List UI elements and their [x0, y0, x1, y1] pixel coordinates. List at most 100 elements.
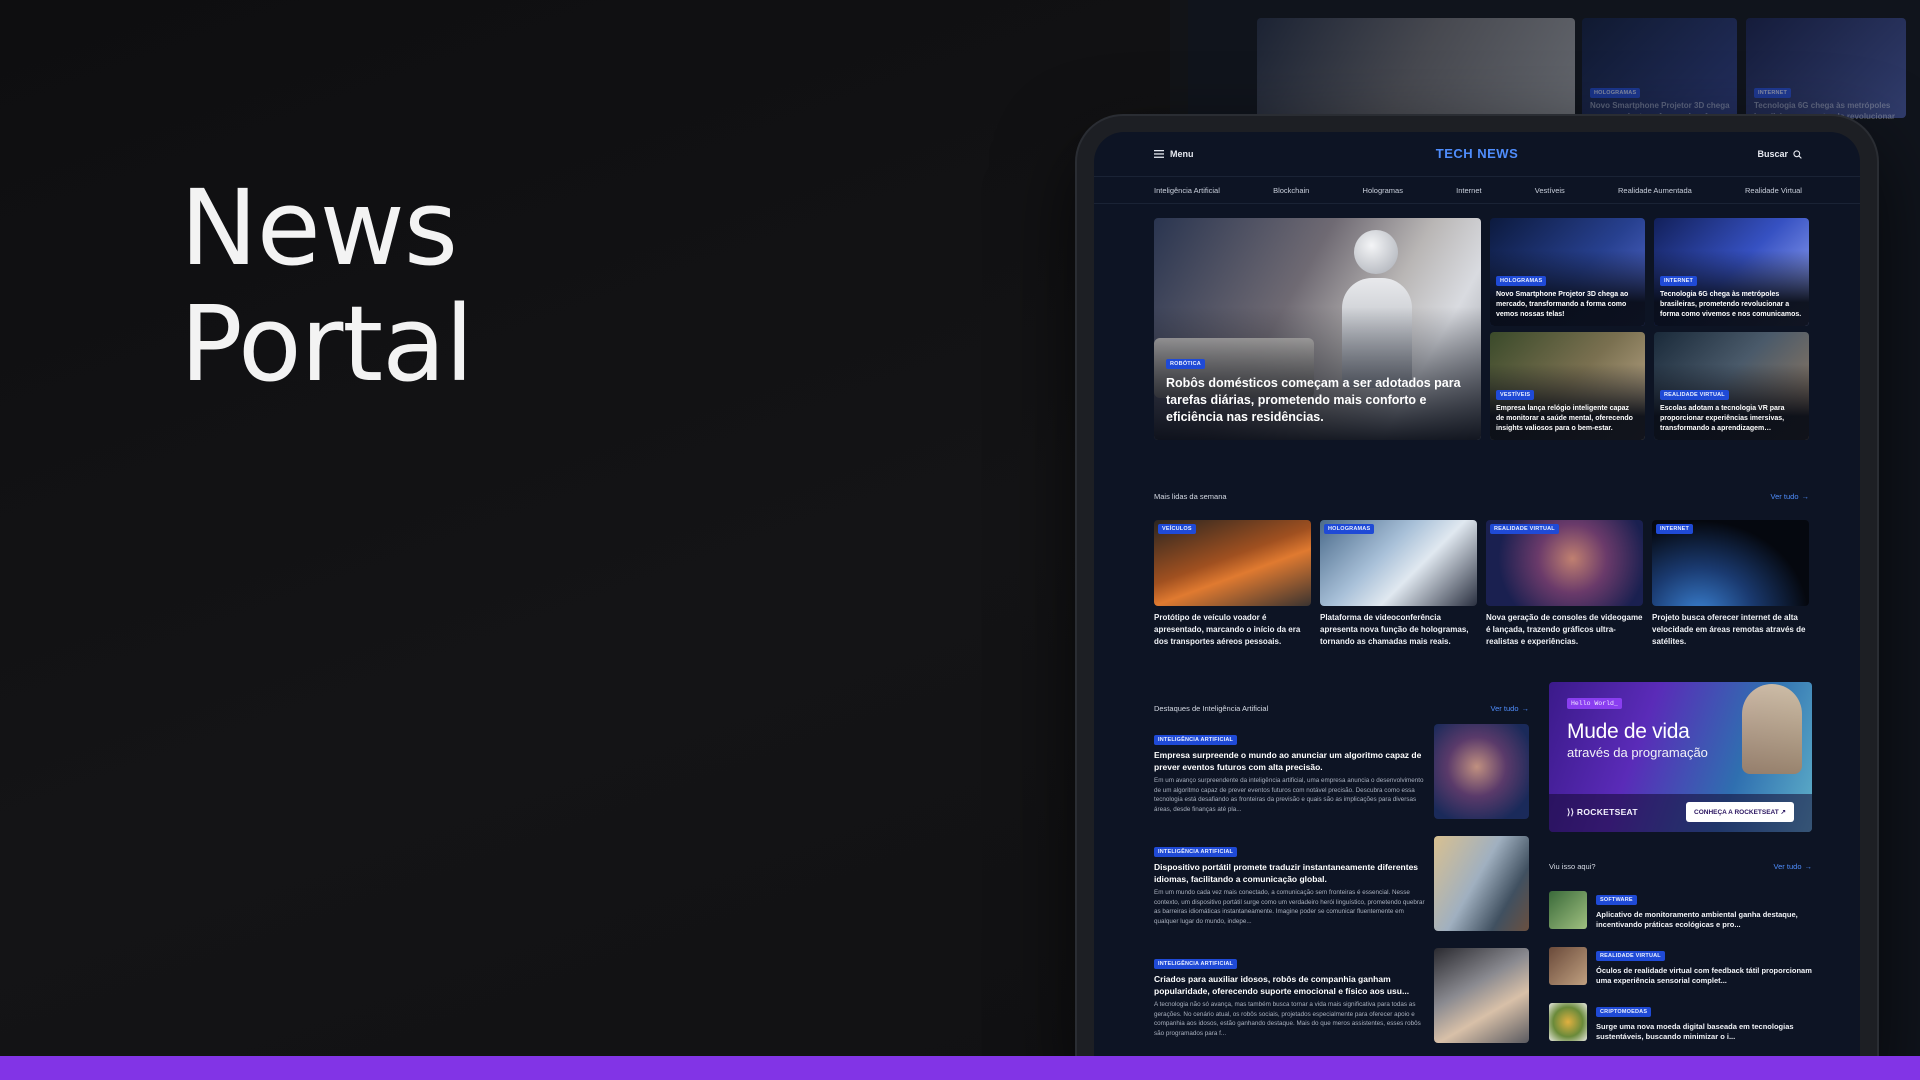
- logo-text: ROCKETSEAT: [1576, 807, 1638, 817]
- ad-cta-button[interactable]: CONHEÇA A ROCKETSEAT ↗: [1686, 802, 1794, 822]
- see-all-label: Ver tudo: [1490, 704, 1519, 713]
- category-badge: Realidade Virtual: [1660, 390, 1729, 400]
- tablet-device: Menu TECH NEWS Buscar Inteligência Artif…: [1077, 116, 1877, 1076]
- article-thumbnail: [1434, 948, 1529, 1043]
- see-all-link[interactable]: Ver tudo →: [1771, 492, 1809, 501]
- card-image: Hologramas: [1320, 520, 1477, 606]
- tablet-screen: Menu TECH NEWS Buscar Inteligência Artif…: [1094, 132, 1860, 1076]
- category-badge: Robótica: [1166, 359, 1205, 369]
- most-read-header: Mais lidas da semana Ver tudo →: [1154, 492, 1809, 501]
- nav-item-augmented-reality[interactable]: Realidade Aumentada: [1618, 186, 1692, 195]
- card-image: Realidade Virtual: [1486, 520, 1643, 606]
- category-badge: Internet: [1660, 276, 1698, 286]
- featured-card-title: Novo Smartphone Projetor 3D chega ao mer…: [1496, 291, 1629, 318]
- article-text: Inteligência Artificial Criados para aux…: [1154, 952, 1426, 1038]
- article-title: Criados para auxiliar idosos, robôs de c…: [1154, 974, 1410, 996]
- category-badge: Inteligência Artificial: [1154, 735, 1238, 745]
- rocketseat-ad[interactable]: Hello World_ Mude de vida através da pro…: [1549, 682, 1812, 832]
- category-badge: Inteligência Artificial: [1154, 847, 1238, 857]
- arrow-right-icon: →: [1804, 862, 1813, 871]
- category-badge: Vestíveis: [1496, 390, 1535, 400]
- article-text: Inteligência Artificial Empresa surpreen…: [1154, 728, 1426, 814]
- article-thumbnail: [1434, 836, 1529, 931]
- featured-card-hologram[interactable]: Hologramas Novo Smartphone Projetor 3D c…: [1490, 218, 1645, 326]
- article-item[interactable]: Inteligência Artificial Criados para aux…: [1154, 948, 1529, 1064]
- bottom-accent-bar: [0, 1056, 1920, 1080]
- featured-card-title: Tecnologia 6G chega às metrópoles brasil…: [1660, 291, 1802, 318]
- article-title: Dispositivo portátil promete traduzir in…: [1154, 862, 1419, 884]
- item-title: Surge uma nova moeda digital baseada em …: [1596, 1022, 1794, 1041]
- nav-item-holograms[interactable]: Hologramas: [1363, 186, 1403, 195]
- ad-subheadline: através da programação: [1567, 745, 1708, 760]
- backdrop-badge-2: Internet: [1754, 88, 1792, 98]
- seen-section-header: Viu isso aqui? Ver tudo →: [1549, 862, 1812, 871]
- featured-main-title: Robôs domésticos começam a ser adotados …: [1166, 376, 1461, 424]
- item-thumbnail: [1549, 1003, 1587, 1041]
- section-title: Viu isso aqui?: [1549, 862, 1596, 871]
- backdrop-card-robot: [1257, 18, 1575, 118]
- nav-item-virtual-reality[interactable]: Realidade Virtual: [1745, 186, 1802, 195]
- ad-code-tag: Hello World_: [1567, 698, 1622, 709]
- card-title: Projeto busca oferecer internet de alta …: [1652, 613, 1806, 646]
- category-badge: Hologramas: [1496, 276, 1547, 286]
- featured-card-6g[interactable]: Internet Tecnologia 6G chega às metrópol…: [1654, 218, 1809, 326]
- most-read-card[interactable]: Veículos Protótipo de veículo voador é a…: [1154, 520, 1311, 648]
- article-thumbnail: [1434, 724, 1529, 819]
- seen-item[interactable]: Realidade Virtual Óculos de realidade vi…: [1549, 944, 1812, 1000]
- category-badge: Internet: [1656, 524, 1694, 534]
- item-thumbnail: [1549, 947, 1587, 985]
- featured-card-vr[interactable]: Realidade Virtual Escolas adotam a tecno…: [1654, 332, 1809, 440]
- seen-list: Software Aplicativo de monitoramento amb…: [1549, 888, 1812, 1056]
- article-item[interactable]: Inteligência Artificial Empresa surpreen…: [1154, 724, 1529, 840]
- article-item[interactable]: Inteligência Artificial Dispositivo port…: [1154, 836, 1529, 952]
- featured-card-caption: Internet Tecnologia 6G chega às metrópol…: [1660, 269, 1803, 320]
- hero-title: News Portal: [180, 167, 474, 405]
- category-badge: Criptomoedas: [1596, 1007, 1652, 1017]
- nav-item-blockchain[interactable]: Blockchain: [1273, 186, 1309, 195]
- most-read-list: Veículos Protótipo de veículo voador é a…: [1154, 520, 1809, 648]
- item-thumbnail: [1549, 891, 1587, 929]
- most-read-card[interactable]: Hologramas Plataforma de videoconferênci…: [1320, 520, 1477, 648]
- most-read-card[interactable]: Realidade Virtual Nova geração de consol…: [1486, 520, 1643, 648]
- item-title: Óculos de realidade virtual com feedback…: [1596, 966, 1812, 985]
- category-badge: Inteligência Artificial: [1154, 959, 1238, 969]
- ai-section-header: Destaques de Inteligência Artificial Ver…: [1154, 704, 1529, 713]
- featured-section: Robótica Robôs domésticos começam a ser …: [1154, 218, 1809, 440]
- card-title: Plataforma de videoconferência apresenta…: [1320, 613, 1469, 646]
- featured-card-caption: Vestíveis Empresa lança relógio intelige…: [1496, 383, 1639, 434]
- category-badge: Realidade Virtual: [1596, 951, 1665, 961]
- left-background: [0, 0, 1170, 1056]
- seen-item[interactable]: Criptomoedas Surge uma nova moeda digita…: [1549, 1000, 1812, 1056]
- category-badge: Realidade Virtual: [1490, 524, 1559, 534]
- category-badge: Hologramas: [1324, 524, 1375, 534]
- category-badge: Veículos: [1158, 524, 1196, 534]
- article-summary: A tecnologia não só avança, mas também b…: [1154, 1001, 1421, 1037]
- most-read-card[interactable]: Internet Projeto busca oferecer internet…: [1652, 520, 1809, 648]
- article-text: Inteligência Artificial Dispositivo port…: [1154, 840, 1426, 926]
- seen-item[interactable]: Software Aplicativo de monitoramento amb…: [1549, 888, 1812, 944]
- section-title: Destaques de Inteligência Artificial: [1154, 704, 1269, 713]
- article-title: Empresa surpreende o mundo ao anunciar u…: [1154, 750, 1422, 772]
- nav-item-wearables[interactable]: Vestíveis: [1535, 186, 1565, 195]
- item-title: Aplicativo de monitoramento ambiental ga…: [1596, 910, 1798, 929]
- hero-line-2: Portal: [180, 283, 474, 405]
- brand-logo[interactable]: TECH NEWS: [1094, 146, 1860, 161]
- featured-card-title: Escolas adotam a tecnologia VR para prop…: [1660, 405, 1785, 432]
- rocketseat-logo: ⟩⟩ ROCKETSEAT: [1567, 807, 1638, 818]
- featured-main-card[interactable]: Robótica Robôs domésticos começam a ser …: [1154, 218, 1481, 440]
- see-all-link[interactable]: Ver tudo →: [1491, 704, 1529, 713]
- nav-item-ai[interactable]: Inteligência Artificial: [1154, 186, 1220, 195]
- hero-line-1: News: [180, 167, 458, 289]
- card-title: Nova geração de consoles de videogame é …: [1486, 613, 1643, 646]
- item-text: Criptomoedas Surge uma nova moeda digita…: [1596, 1000, 1812, 1056]
- nav-item-internet[interactable]: Internet: [1456, 186, 1481, 195]
- article-summary: Em um mundo cada vez mais conectado, a c…: [1154, 889, 1425, 925]
- item-text: Software Aplicativo de monitoramento amb…: [1596, 888, 1812, 944]
- featured-card-title: Empresa lança relógio inteligente capaz …: [1496, 405, 1633, 432]
- category-nav: Inteligência Artificial Blockchain Holog…: [1094, 176, 1860, 204]
- see-all-link[interactable]: Ver tudo →: [1774, 862, 1812, 871]
- featured-card-wearable[interactable]: Vestíveis Empresa lança relógio intelige…: [1490, 332, 1645, 440]
- category-badge: Software: [1596, 895, 1637, 905]
- featured-main-caption: Robótica Robôs domésticos começam a ser …: [1166, 352, 1469, 426]
- see-all-label: Ver tudo: [1773, 862, 1802, 871]
